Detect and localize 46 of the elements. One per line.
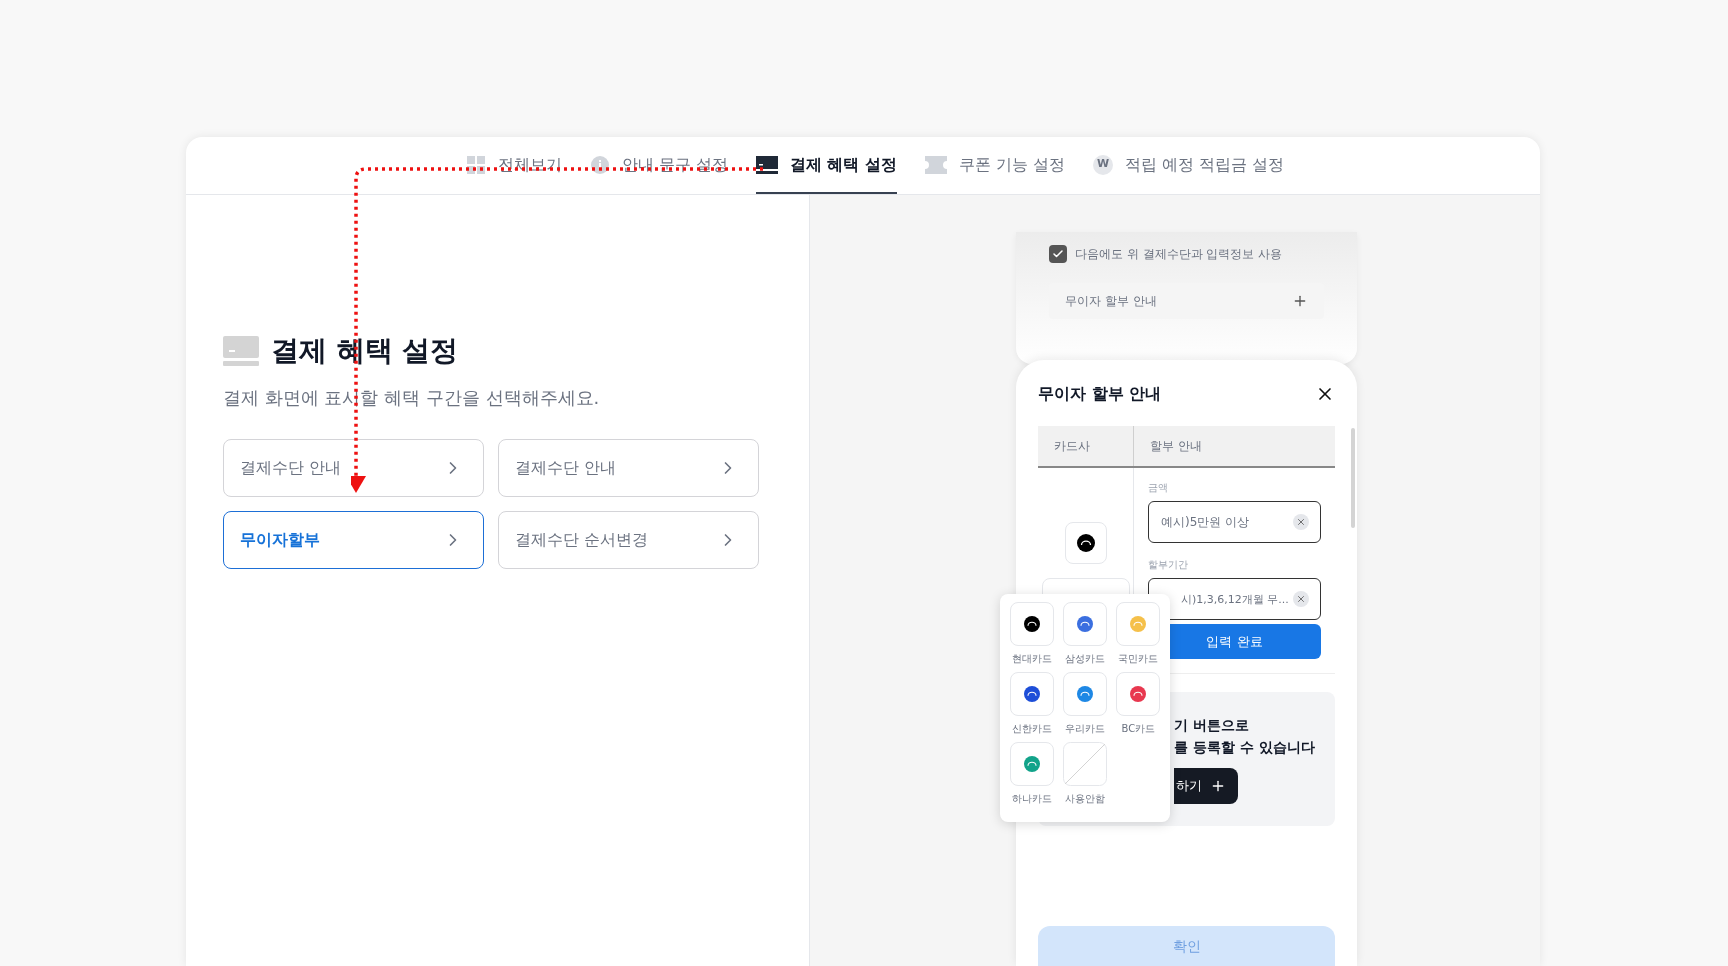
input-field[interactable]: 시)1,3,6,12개월 무... — [1148, 578, 1321, 620]
card-logo-icon — [1130, 686, 1147, 702]
tab[interactable]: W 적립 예정 적립금 설정 — [1093, 137, 1285, 194]
tab[interactable]: 쿠폰 기능 설정 — [924, 137, 1066, 194]
checkbox-label: 다음에도 위 결제수단과 입력정보 사용 — [1075, 246, 1283, 263]
input-field[interactable]: 예시)5만원 이상 — [1148, 501, 1321, 543]
option-button[interactable]: 결제수단 순서변경 — [498, 511, 759, 569]
card-icon — [755, 155, 778, 174]
checkbox[interactable] — [1049, 245, 1067, 263]
sheet-title: 무이자 할부 안내 — [1038, 383, 1162, 405]
info-icon — [589, 154, 610, 175]
option-button[interactable]: 결제수단 안내 — [498, 439, 759, 497]
card-logo-icon — [1023, 756, 1040, 772]
option-button[interactable]: 무이자할부 — [223, 511, 484, 569]
field-label: 할부기간 — [1148, 558, 1189, 572]
check-icon — [1052, 248, 1064, 260]
plus-icon — [1210, 778, 1226, 794]
page-subtitle: 결제 화면에 표시할 혜택 구간을 선택해주세요. — [223, 386, 601, 410]
card-option[interactable]: BC카드 — [1114, 672, 1162, 736]
card-logo-icon — [1130, 616, 1147, 632]
card-option[interactable]: 하나카드 — [1008, 742, 1056, 806]
card-logo-icon — [1077, 616, 1093, 632]
column-header: 카드사 — [1038, 426, 1134, 466]
plus-icon — [1292, 293, 1308, 309]
add-button[interactable]: 하기 — [1174, 768, 1238, 804]
field-label: 금액 — [1148, 481, 1169, 495]
page-title: 결제 혜택 설정 — [271, 333, 459, 369]
card-option[interactable]: 현대카드 — [1008, 602, 1056, 666]
card-logo-icon — [1023, 616, 1040, 632]
card-logo-icon — [1077, 686, 1093, 702]
card-option[interactable]: 삼성카드 — [1061, 602, 1109, 666]
notice-text: 를 등록할 수 있습니다 — [1174, 738, 1315, 757]
option-button[interactable]: 결제수단 안내 — [223, 439, 484, 497]
none-icon — [1063, 742, 1107, 786]
card-option[interactable]: 신한카드 — [1008, 672, 1056, 736]
tab[interactable]: 안내 문구 설정 — [589, 137, 728, 194]
card-logo-icon — [1076, 534, 1095, 552]
notice-text: 기 버튼으로 — [1174, 716, 1249, 735]
card-option[interactable]: 우리카드 — [1061, 672, 1109, 736]
coin-icon: W — [1093, 154, 1114, 175]
grid-icon — [465, 154, 486, 175]
card-option[interactable]: 사용안함 — [1061, 742, 1109, 806]
card-logo-icon — [1023, 686, 1040, 702]
card-icon — [223, 336, 259, 366]
ticket-icon — [924, 155, 947, 174]
column-header: 할부 안내 — [1149, 438, 1203, 455]
